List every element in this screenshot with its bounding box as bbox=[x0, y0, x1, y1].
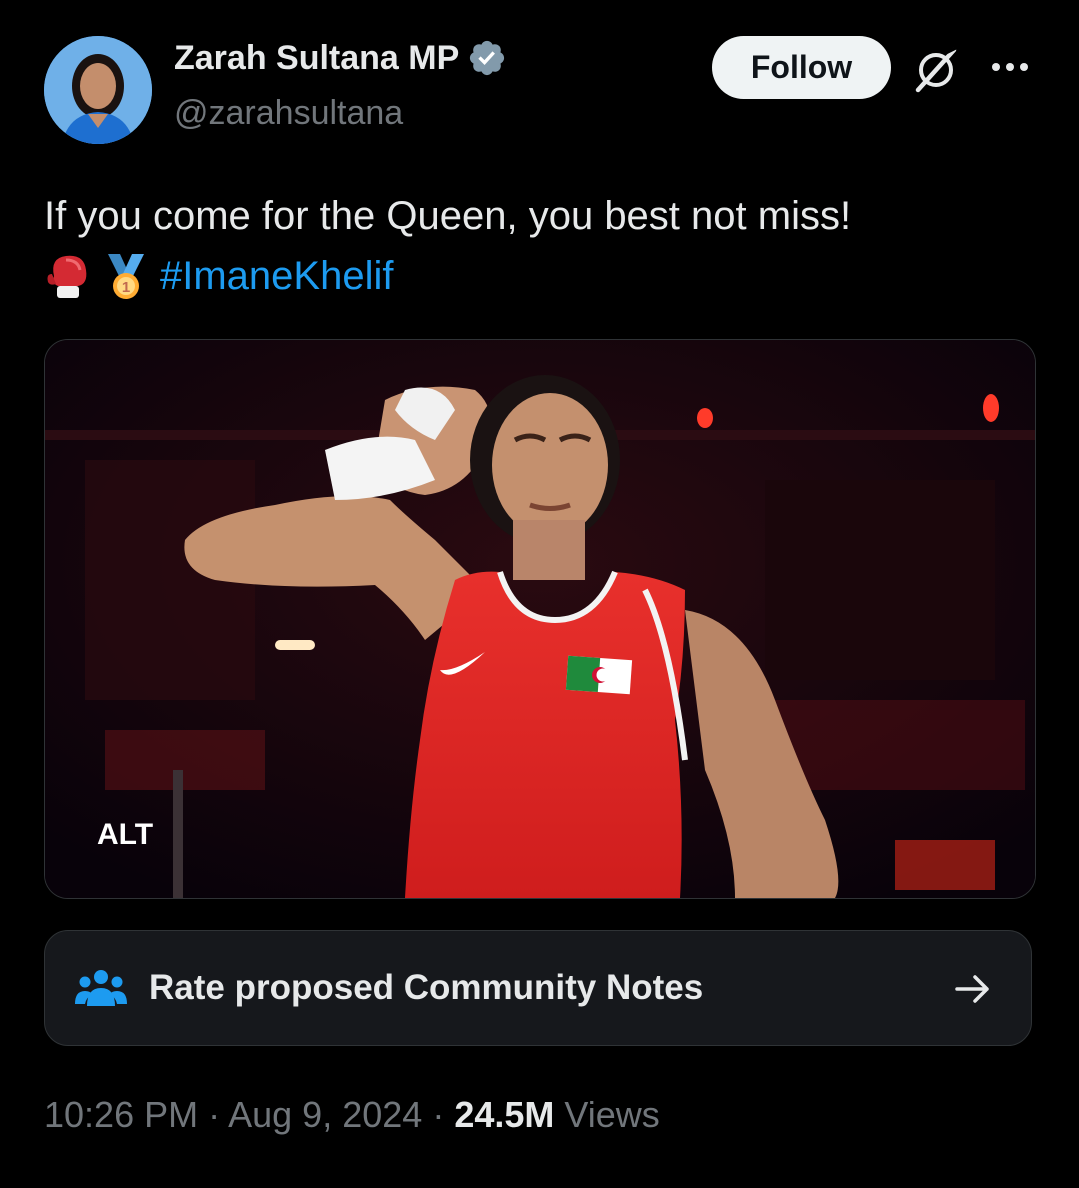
meta-separator: · bbox=[208, 1094, 221, 1135]
meta-separator: · bbox=[432, 1094, 445, 1135]
tweet-text-line: If you come for the Queen, you best not … bbox=[44, 194, 852, 238]
tweet-meta: 10:26 PM · Aug 9, 2024 · 24.5M Views bbox=[44, 1094, 660, 1136]
author-name[interactable]: Zarah Sultana MP bbox=[174, 39, 459, 78]
svg-text:1: 1 bbox=[122, 279, 130, 296]
more-options-icon[interactable] bbox=[988, 52, 1032, 82]
tweet-time[interactable]: 10:26 PM bbox=[44, 1094, 198, 1135]
author-name-row[interactable]: Zarah Sultana MP bbox=[174, 38, 507, 78]
tweet-text-line-2: 1 #ImaneKhelif bbox=[44, 246, 1044, 306]
alt-text-badge[interactable]: ALT bbox=[97, 818, 153, 852]
views-label: Views bbox=[564, 1094, 660, 1135]
avatar[interactable] bbox=[44, 36, 152, 144]
community-notes-prompt[interactable]: Rate proposed Community Notes bbox=[44, 930, 1032, 1046]
hashtag-link[interactable]: #ImaneKhelif bbox=[160, 246, 393, 306]
community-people-icon bbox=[75, 970, 127, 1006]
author-handle[interactable]: @zarahsultana bbox=[174, 94, 403, 133]
follow-button[interactable]: Follow bbox=[712, 36, 891, 99]
tweet-media[interactable]: ALT bbox=[44, 339, 1036, 899]
avatar-image bbox=[44, 36, 152, 144]
tweet-text: If you come for the Queen, you best not … bbox=[44, 186, 1044, 306]
views-count[interactable]: 24.5M bbox=[454, 1094, 554, 1135]
community-notes-label: Rate proposed Community Notes bbox=[149, 968, 704, 1007]
gold-medal-icon: 1 bbox=[108, 254, 144, 299]
boxer-photo bbox=[45, 340, 1035, 898]
verified-badge-icon bbox=[470, 40, 505, 76]
grok-icon[interactable] bbox=[910, 44, 962, 94]
tweet-date[interactable]: Aug 9, 2024 bbox=[228, 1094, 422, 1135]
boxing-glove-icon bbox=[47, 255, 87, 298]
arrow-right-icon bbox=[955, 975, 989, 1003]
